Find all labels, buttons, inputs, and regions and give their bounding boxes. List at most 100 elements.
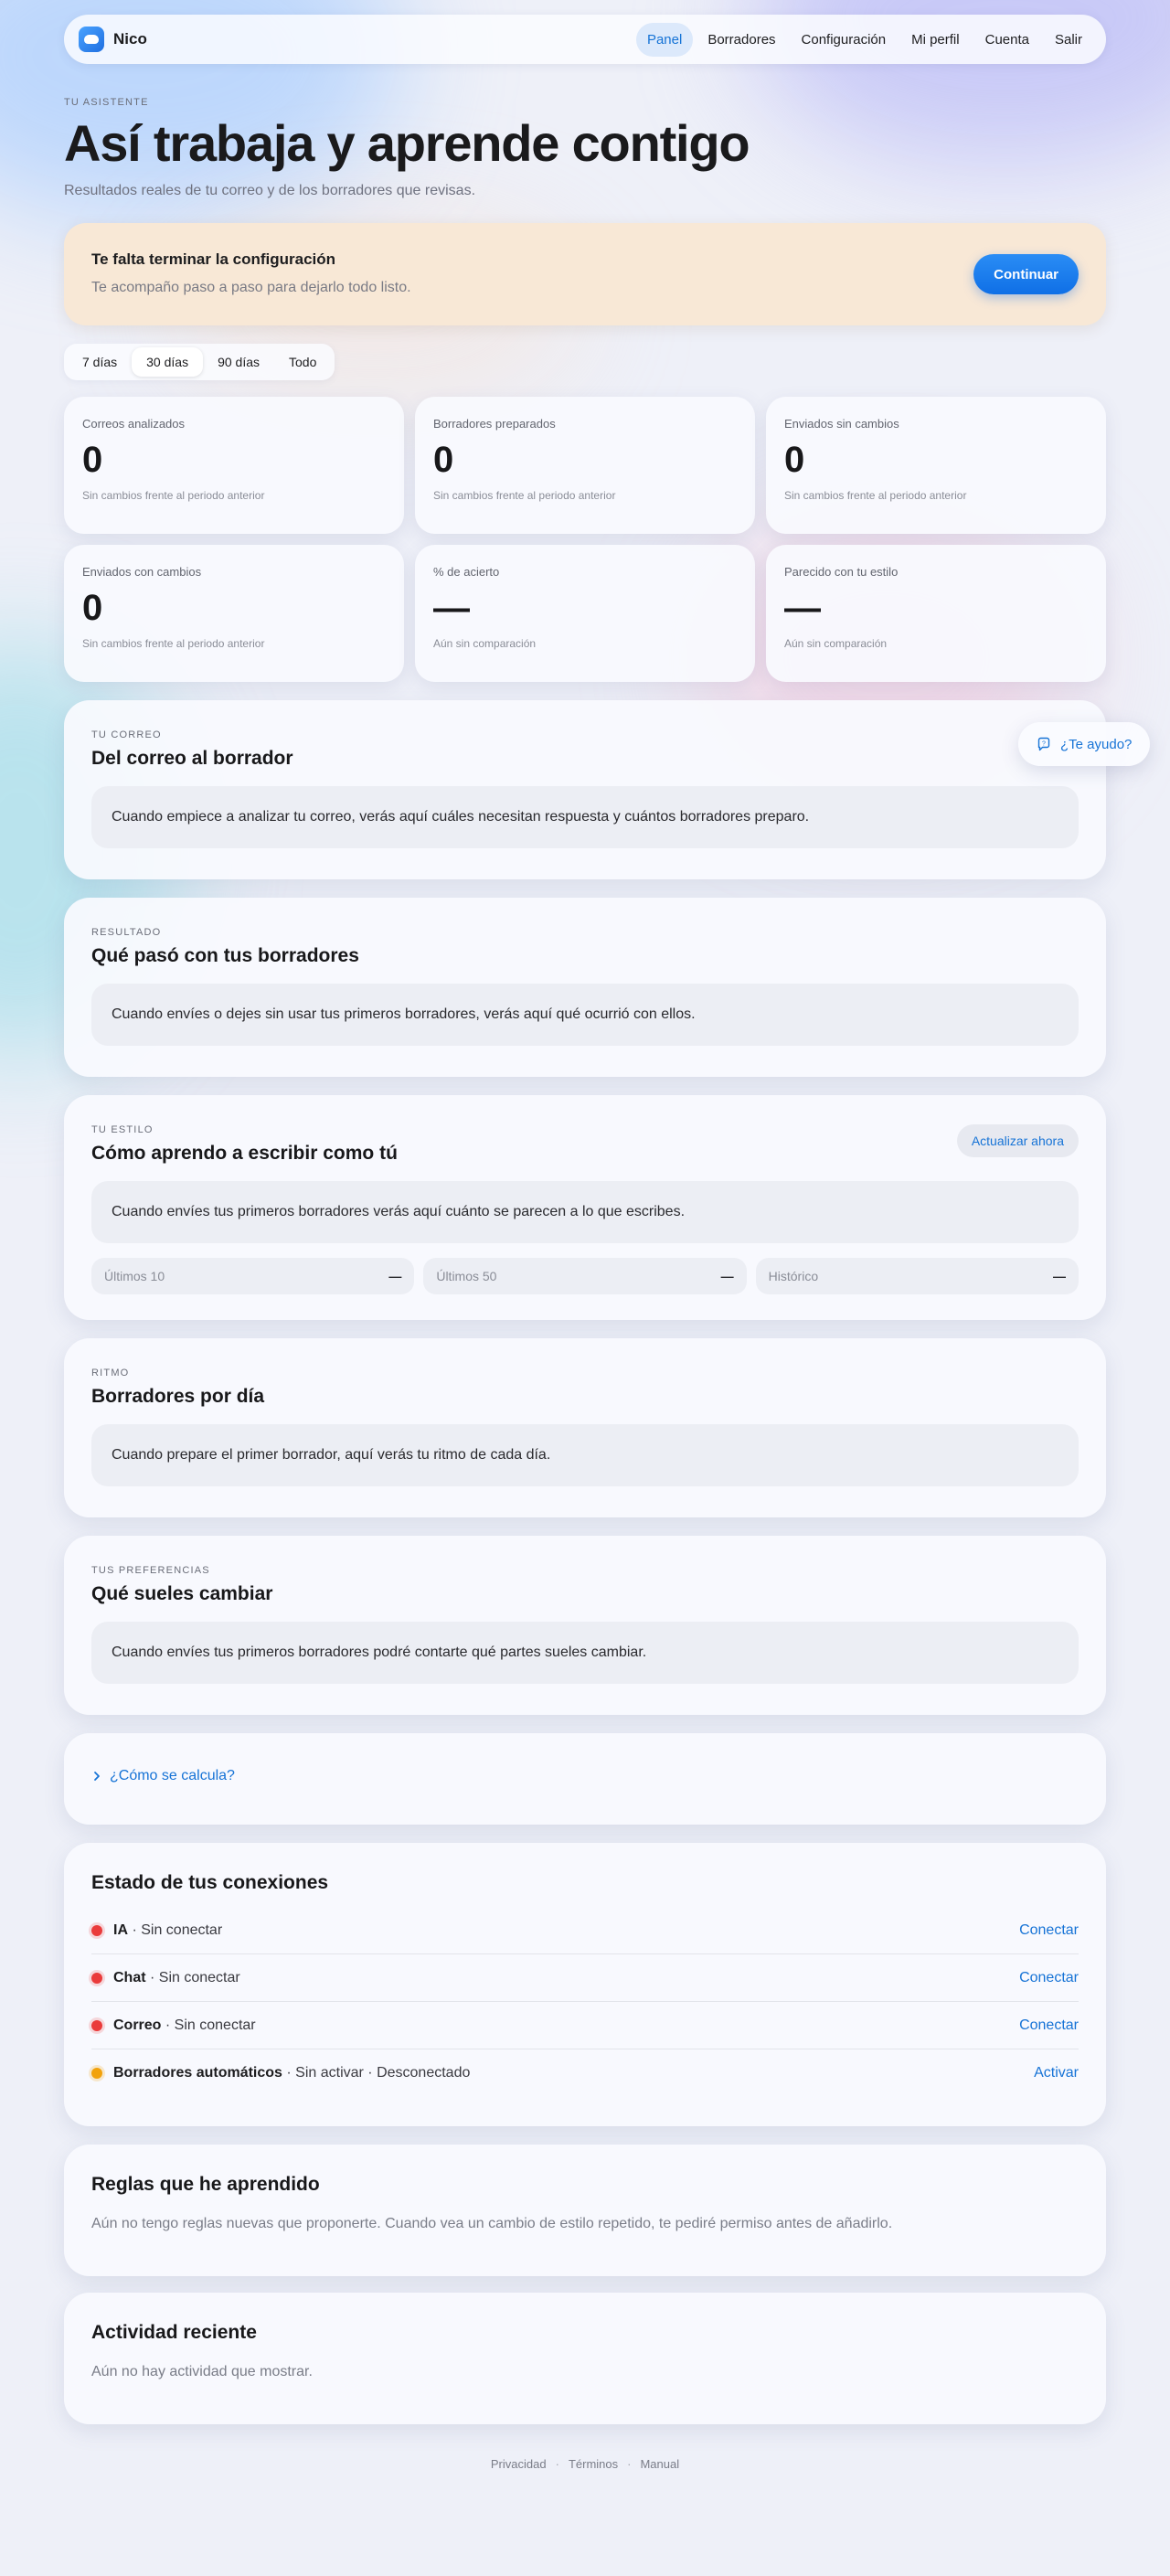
- page-title: Así trabaja y aprende contigo: [64, 114, 750, 172]
- connection-state: · Sin conectar: [161, 2017, 256, 2033]
- stat-label: Borradores preparados: [433, 417, 556, 431]
- stat-note: Sin cambios frente al periodo anterior: [82, 489, 265, 502]
- metric-last-10: Últimos 10 —: [91, 1258, 415, 1294]
- connect-correo-link[interactable]: Conectar: [1019, 2017, 1079, 2034]
- stat-value: —: [784, 588, 821, 628]
- section-title: Qué pasó con tus borradores: [91, 945, 359, 966]
- section-preferences: TUS PREFERENCIAS Qué sueles cambiar Cuan…: [64, 1536, 1106, 1715]
- section-mail: TU CORREO Del correo al borrador Cuando …: [64, 700, 1106, 879]
- nav-item-cuenta[interactable]: Cuenta: [974, 23, 1040, 57]
- activate-borradores-link[interactable]: Activar: [1034, 2065, 1079, 2081]
- activity-text: Aún no hay actividad que mostrar.: [91, 2364, 313, 2379]
- setup-banner: Te falta terminar la configuración Te ac…: [64, 223, 1106, 325]
- metric-value: —: [720, 1269, 734, 1283]
- stat-card-borradores-preparados: Borradores preparados 0 Sin cambios fren…: [415, 397, 755, 534]
- status-dot-icon: [91, 1972, 102, 1984]
- section-eyebrow: RITMO: [91, 1368, 130, 1378]
- stat-note: Sin cambios frente al periodo anterior: [784, 489, 967, 502]
- stat-note: Aún sin comparación: [784, 637, 888, 650]
- period-tab-7-dias[interactable]: 7 días: [68, 347, 132, 377]
- period-selector: 7 días 30 días 90 días Todo: [64, 344, 335, 380]
- section-eyebrow: TU CORREO: [91, 729, 162, 740]
- stat-label: Enviados con cambios: [82, 565, 202, 579]
- nav-item-mi-perfil[interactable]: Mi perfil: [900, 23, 971, 57]
- stat-card-acierto: % de acierto — Aún sin comparación: [415, 545, 755, 682]
- section-title: Estado de tus conexiones: [91, 1872, 329, 1893]
- section-eyebrow: RESULTADO: [91, 927, 162, 938]
- section-title: Reglas que he aprendido: [91, 2174, 320, 2195]
- section-eyebrow: TUS PREFERENCIAS: [91, 1565, 210, 1576]
- section-connections: Estado de tus conexiones IA · Sin conect…: [64, 1843, 1106, 2126]
- stat-value: 0: [433, 440, 454, 480]
- footer-separator: ·: [555, 2457, 559, 2471]
- stat-value: 0: [784, 440, 805, 480]
- continue-button[interactable]: Continuar: [973, 254, 1079, 294]
- period-tab-30-dias[interactable]: 30 días: [132, 347, 204, 377]
- metric-historico: Histórico —: [755, 1258, 1079, 1294]
- brand-name: Nico: [113, 30, 147, 48]
- footer-link-terminos[interactable]: Términos: [569, 2457, 618, 2471]
- connection-row-chat: Chat · Sin conectar Conectar: [91, 1954, 1079, 2002]
- connect-ia-link[interactable]: Conectar: [1019, 1922, 1079, 1939]
- section-title: Qué sueles cambiar: [91, 1583, 273, 1604]
- section-style: TU ESTILO Cómo aprendo a escribir como t…: [64, 1095, 1106, 1320]
- stat-value: 0: [82, 588, 103, 628]
- stat-value: 0: [82, 440, 103, 480]
- metric-last-50: Últimos 50 —: [423, 1258, 747, 1294]
- section-rhythm: RITMO Borradores por día Cuando prepare …: [64, 1338, 1106, 1517]
- brand[interactable]: Nico: [79, 27, 147, 52]
- empty-state: Cuando envíes tus primeros borradores po…: [91, 1622, 1079, 1684]
- connection-row-correo: Correo · Sin conectar Conectar: [91, 2002, 1079, 2049]
- section-activity: Actividad reciente Aún no hay actividad …: [64, 2293, 1106, 2424]
- rules-text: Aún no tengo reglas nuevas que proponert…: [91, 2216, 893, 2231]
- setup-title: Te falta terminar la configuración: [91, 250, 336, 268]
- nav-item-borradores[interactable]: Borradores: [697, 23, 786, 57]
- stat-label: Enviados sin cambios: [784, 417, 899, 431]
- footer-separator: ·: [627, 2457, 632, 2471]
- howto-label: ¿Cómo se calcula?: [110, 1768, 235, 1783]
- section-rules: Reglas que he aprendido Aún no tengo reg…: [64, 2145, 1106, 2276]
- stat-label: Parecido con tu estilo: [784, 565, 899, 579]
- empty-state: Cuando empiece a analizar tu correo, ver…: [91, 786, 1079, 848]
- stat-note: Aún sin comparación: [433, 637, 537, 650]
- nav-item-salir[interactable]: Salir: [1044, 23, 1093, 57]
- page-eyebrow: TU ASISTENTE: [64, 97, 149, 108]
- svg-text:?: ?: [1042, 741, 1046, 748]
- setup-text: Te acompaño paso a paso para dejarlo tod…: [91, 280, 411, 295]
- stat-card-enviados-sin-cambios: Enviados sin cambios 0 Sin cambios frent…: [766, 397, 1106, 534]
- status-dot-icon: [91, 2068, 102, 2079]
- metric-value: —: [388, 1269, 402, 1283]
- footer-link-privacidad[interactable]: Privacidad: [491, 2457, 547, 2471]
- status-dot-icon: [91, 2019, 102, 2031]
- footer: Privacidad · Términos · Manual: [64, 2457, 1106, 2471]
- connection-row-borradores: Borradores automáticos · Sin activar · D…: [91, 2049, 1079, 2097]
- metric-label: Últimos 50: [436, 1269, 497, 1283]
- stat-card-enviados-con-cambios: Enviados con cambios 0 Sin cambios frent…: [64, 545, 404, 682]
- stat-label: Correos analizados: [82, 417, 186, 431]
- metric-value: —: [1052, 1269, 1066, 1283]
- metric-label: Histórico: [768, 1269, 819, 1283]
- connect-chat-link[interactable]: Conectar: [1019, 1970, 1079, 1986]
- section-title: Cómo aprendo a escribir como tú: [91, 1143, 398, 1164]
- period-tab-todo[interactable]: Todo: [274, 347, 331, 377]
- howto-toggle[interactable]: ¿Cómo se calcula?: [91, 1768, 1079, 1784]
- refresh-style-button[interactable]: Actualizar ahora: [956, 1124, 1079, 1157]
- connection-state: · Sin activar · Desconectado: [282, 2065, 471, 2081]
- stat-label: % de acierto: [433, 565, 500, 579]
- status-dot-icon: [91, 1924, 102, 1936]
- period-tab-90-dias[interactable]: 90 días: [203, 347, 274, 377]
- nav-item-panel[interactable]: Panel: [635, 22, 694, 57]
- top-nav: Nico Panel Borradores Configuración Mi p…: [64, 15, 1106, 64]
- app-logo-icon: [79, 27, 104, 52]
- help-button[interactable]: ? ¿Te ayudo?: [1018, 722, 1151, 766]
- stat-value: —: [433, 588, 470, 628]
- stat-note: Sin cambios frente al periodo anterior: [82, 637, 265, 650]
- footer-link-manual[interactable]: Manual: [640, 2457, 679, 2471]
- connection-name: Borradores automáticos: [113, 2065, 282, 2081]
- help-label: ¿Te ayudo?: [1060, 736, 1133, 752]
- nav-item-configuracion[interactable]: Configuración: [791, 23, 898, 57]
- section-title: Del correo al borrador: [91, 748, 293, 769]
- section-title: Actividad reciente: [91, 2322, 257, 2343]
- section-title: Borradores por día: [91, 1386, 265, 1407]
- nav-items: Panel Borradores Configuración Mi perfil…: [635, 22, 1093, 57]
